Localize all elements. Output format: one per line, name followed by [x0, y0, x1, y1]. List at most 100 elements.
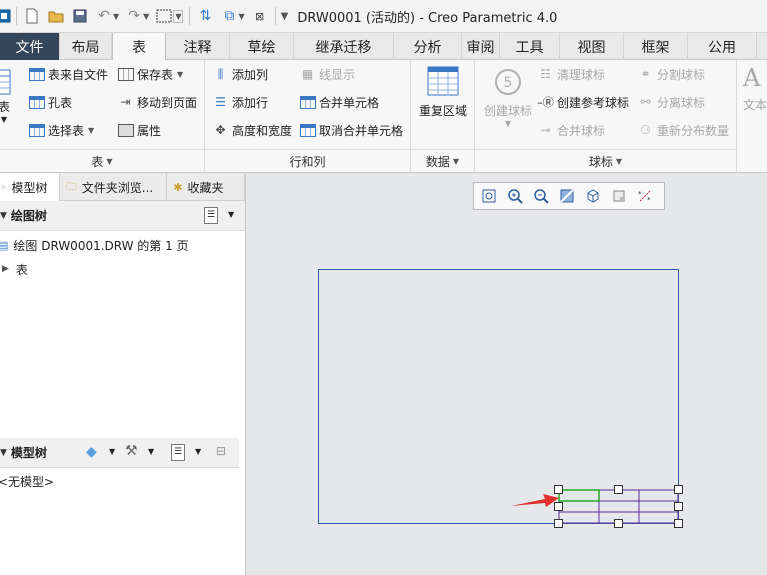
tab-review[interactable]: 审阅 — [462, 33, 500, 60]
unmerge-cells-button[interactable]: 取消合并单元格 — [299, 120, 403, 140]
redistribute-qty-label: 重新分布数量 — [657, 123, 730, 138]
tab-framework[interactable]: 框架 — [624, 33, 688, 60]
selection-handle[interactable] — [614, 485, 623, 494]
zoom-in-icon[interactable] — [504, 186, 526, 206]
tab-folder-browser[interactable]: 🗀 文件夹浏览... — [60, 173, 168, 201]
selection-handle[interactable] — [554, 519, 563, 528]
new-icon[interactable] — [21, 5, 43, 27]
datum-display-icon[interactable]: * * — [634, 186, 656, 206]
tab-layout[interactable]: 布局 — [60, 33, 112, 60]
table-dropdown-icon[interactable]: ▼ — [1, 115, 7, 124]
detach-balloon-label: 分离球标 — [657, 95, 706, 110]
table-group-title[interactable]: 表 ▼ — [0, 149, 204, 173]
save-table-dropdown-icon[interactable]: ▼ — [177, 70, 183, 79]
model-tools-dropdown-icon[interactable]: ▼ — [148, 447, 154, 456]
properties-button[interactable]: 属性 — [117, 120, 161, 140]
model-tree-collapse-icon[interactable]: ▼ — [0, 448, 7, 458]
text-icon: A — [743, 64, 761, 92]
tree-item-sheet[interactable]: ▤ 绘图 DRW0001.DRW 的第 1 页 — [0, 233, 245, 257]
tab-legacy-migration[interactable]: 继承迁移 — [294, 33, 394, 60]
balloon-group-title[interactable]: 球标 ▼ — [475, 149, 736, 173]
tab-table[interactable]: 表 — [112, 33, 166, 60]
repeat-region-button[interactable]: 重复区域 — [417, 66, 469, 119]
window-title: DRW0001 (活动的) - Creo Parametric 4.0 — [297, 10, 558, 26]
move-to-page-button[interactable]: ⇥ 移动到页面 — [117, 92, 197, 112]
tab-view[interactable]: 视图 — [560, 33, 624, 60]
selection-handle[interactable] — [674, 485, 683, 494]
detach-balloon-button[interactable]: ⚯ 分离球标 — [637, 92, 705, 112]
selection-handle[interactable] — [674, 519, 683, 528]
tab-tools[interactable]: 工具 — [500, 33, 560, 60]
rows-columns-group-title: 行和列 — [205, 149, 410, 173]
filter-icon[interactable]: ⊟ — [216, 444, 226, 458]
create-ref-balloon-button[interactable]: –Ⓡ 创建参考球标 — [537, 92, 629, 112]
app-icon[interactable] — [0, 5, 12, 27]
refit-icon[interactable] — [478, 186, 500, 206]
tab-common[interactable]: 公用 — [688, 33, 757, 60]
tab-model-tree[interactable]: ◦ 模型树 — [0, 173, 60, 201]
tree-settings-icon[interactable]: ☰ — [204, 207, 218, 224]
display-style-icon[interactable] — [582, 186, 604, 206]
create-balloon-dropdown-icon[interactable]: ▼ — [505, 119, 511, 128]
tree-item-table[interactable]: ▶ 表 — [0, 257, 245, 281]
graphics-canvas[interactable]: * * — [247, 173, 767, 575]
undo-icon[interactable]: ↶ — [93, 5, 115, 27]
hole-table-button[interactable]: 孔表 — [28, 92, 72, 112]
tab-favorites[interactable]: ✱ 收藏夹 — [167, 173, 245, 201]
switch-window-icon[interactable]: ⧉ — [218, 5, 240, 27]
merge-cells-button[interactable]: 合并单元格 — [299, 92, 379, 112]
unmerge-cells-label: 取消合并单元格 — [319, 123, 404, 138]
model-display-icon[interactable]: ◆ — [86, 444, 97, 460]
add-column-button[interactable]: ⫼ 添加列 — [212, 64, 268, 84]
select-table-dropdown-icon[interactable]: ▼ — [88, 126, 94, 135]
save-table-icon — [117, 66, 134, 82]
data-group-title[interactable]: 数据 ▼ — [411, 149, 474, 173]
select-box-icon[interactable] — [153, 5, 175, 27]
add-row-label: 添加行 — [232, 95, 269, 110]
model-tools-icon[interactable]: ⚒ — [125, 443, 138, 459]
save-table-button[interactable]: 保存表 ▼ — [117, 64, 183, 84]
selection-handle[interactable] — [674, 502, 683, 511]
merge-cells-label: 合并单元格 — [319, 95, 380, 110]
add-row-button[interactable]: ☰ 添加行 — [212, 92, 268, 112]
model-tree-settings-icon[interactable]: ☰ — [171, 444, 185, 461]
left-panel-tabs: ◦ 模型树 🗀 文件夹浏览... ✱ 收藏夹 — [0, 173, 245, 201]
create-balloon-button[interactable]: 5 创建球标 ▼ — [477, 66, 539, 128]
close-window-icon[interactable]: ⊠ — [249, 5, 271, 27]
window-dropdown-icon[interactable]: ▼ — [238, 12, 244, 21]
height-width-button[interactable]: ✥ 高度和宽度 — [212, 120, 292, 140]
repaint-icon[interactable] — [556, 186, 578, 206]
undo-dropdown-icon[interactable]: ▼ — [113, 12, 119, 21]
tree-settings-dropdown-icon[interactable]: ▼ — [228, 210, 234, 219]
create-balloon-icon: 5 — [495, 69, 521, 95]
tab-sketch[interactable]: 草绘 — [230, 33, 294, 60]
tab-file[interactable]: 文件 — [0, 33, 60, 60]
text-button[interactable]: A 文本 — [743, 64, 767, 113]
line-display-button[interactable]: ▦ 线显示 — [299, 64, 355, 84]
selection-handle[interactable] — [614, 519, 623, 528]
tab-analysis[interactable]: 分析 — [394, 33, 462, 60]
clean-balloons-button[interactable]: ☷ 清理球标 — [537, 64, 605, 84]
expand-icon[interactable]: ▶ — [2, 264, 9, 274]
rows-columns-group: ⫼ 添加列 ▦ 线显示 ☰ 添加行 合并单元格 ✥ 高度和宽度 取消合并单元格 行和列 — [205, 60, 411, 173]
select-table-button[interactable]: 选择表 ▼ — [28, 120, 94, 140]
model-display-dropdown-icon[interactable]: ▼ — [109, 447, 115, 456]
select-dropdown-icon[interactable]: ▼ — [173, 9, 184, 23]
regenerate-icon[interactable]: ⇅ — [194, 5, 216, 27]
open-icon[interactable] — [45, 5, 67, 27]
merge-balloons-button[interactable]: ⊸ 合并球标 — [537, 120, 605, 140]
save-icon[interactable] — [69, 5, 91, 27]
model-tree-settings-dropdown-icon[interactable]: ▼ — [195, 447, 201, 456]
table-button[interactable]: 表 ▼ — [0, 68, 14, 124]
tab-annotate[interactable]: 注释 — [166, 33, 230, 60]
annotation-display-icon[interactable] — [608, 186, 630, 206]
redistribute-qty-button[interactable]: ⚆ 重新分布数量 — [637, 120, 729, 140]
redo-icon[interactable]: ↷ — [123, 5, 145, 27]
redistribute-qty-icon: ⚆ — [640, 123, 651, 137]
collapse-icon[interactable]: ▼ — [0, 211, 7, 221]
split-balloon-button[interactable]: ⚭ 分割球标 — [637, 64, 705, 84]
customize-icon[interactable]: ▼ — [281, 11, 289, 22]
redo-dropdown-icon[interactable]: ▼ — [143, 12, 149, 21]
table-from-file-button[interactable]: 表来自文件 — [28, 64, 108, 84]
zoom-out-icon[interactable] — [530, 186, 552, 206]
